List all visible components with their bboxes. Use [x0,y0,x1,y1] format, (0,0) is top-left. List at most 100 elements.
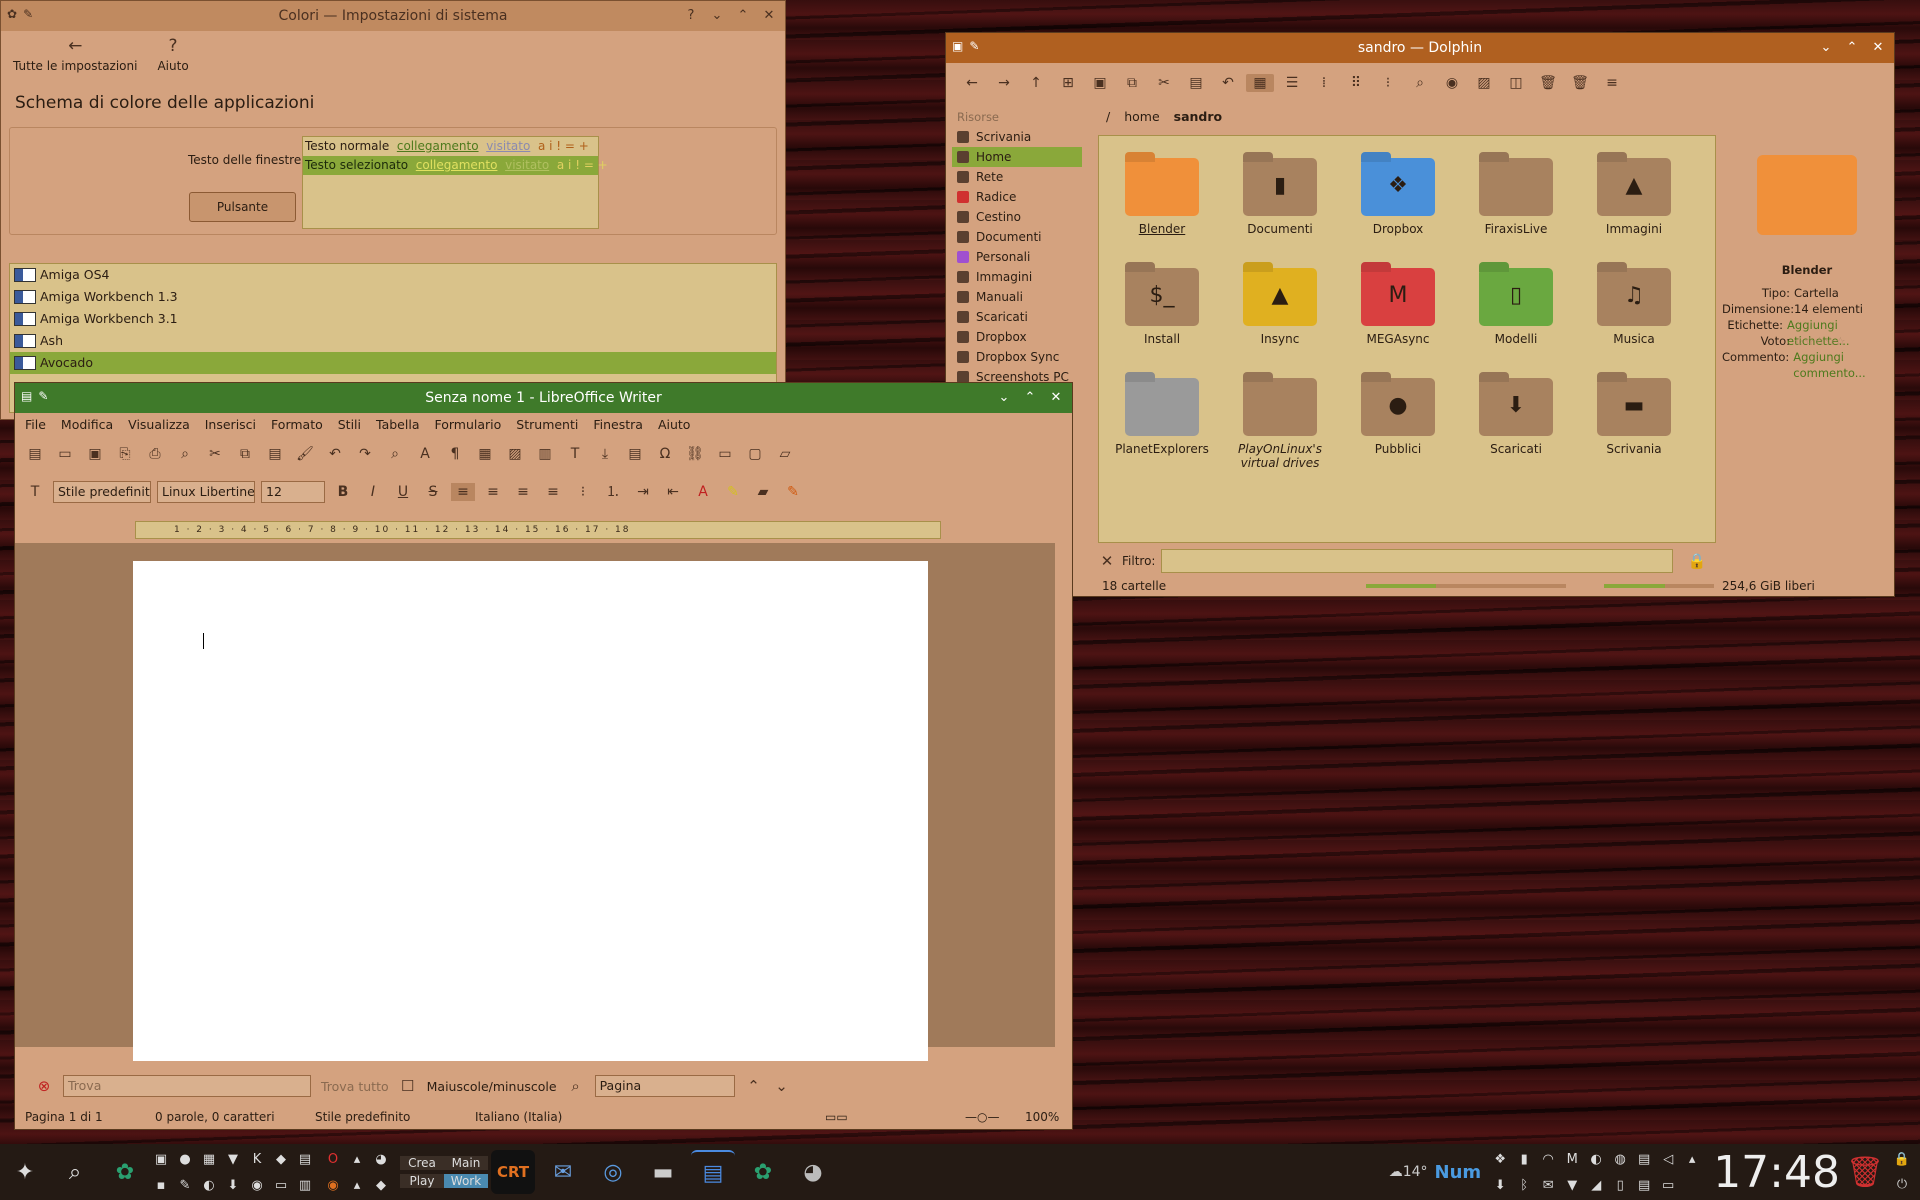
quicklaunch-icon[interactable]: K [246,1148,268,1170]
bullets-icon[interactable]: ⁝ [571,483,595,501]
insync-tray-icon[interactable]: ◐ [1585,1148,1607,1170]
previous-icon[interactable]: ⌃ [745,1077,763,1095]
underline-icon[interactable]: U [391,483,415,501]
folder-item[interactable]: Blender [1107,158,1217,236]
cut-icon[interactable]: ✂ [1150,74,1178,92]
insert-textbox-icon[interactable]: T [563,445,587,463]
close-icon[interactable]: ✕ [1868,38,1888,58]
dolphin-titlebar[interactable]: ▣ ✎ sandro — Dolphin ⌄ ⌃ ✕ [946,33,1894,63]
status-language[interactable]: Italiano (Italia) [475,1105,825,1129]
help-icon[interactable]: ? [681,6,701,26]
insert-table-icon[interactable]: ▦ [473,445,497,463]
close-filter-icon[interactable]: ✕ [1098,552,1116,570]
open-icon[interactable]: ▭ [53,445,77,463]
place-item[interactable]: Radice [952,187,1082,207]
folder-item[interactable]: PlayOnLinux's virtual drives [1225,378,1335,470]
help-button[interactable]: ? Aiuto [157,37,188,83]
breadcrumb-home[interactable]: home [1124,109,1159,124]
place-item[interactable]: Scaricati [952,307,1082,327]
all-settings-button[interactable]: ← Tutte le impostazioni [13,37,137,83]
mega-tray-icon[interactable]: M [1561,1148,1583,1170]
search-icon[interactable]: ⌕ [1406,74,1434,92]
insert-field-icon[interactable]: ▤ [623,445,647,463]
increase-indent-icon[interactable]: ⇥ [631,483,655,501]
paste-icon[interactable]: ▤ [1182,74,1210,92]
draw-functions-icon[interactable]: ✎ [781,483,805,501]
save-icon[interactable]: ▣ [83,445,107,463]
add-comment-link[interactable]: Aggiungi commento... [1793,349,1892,380]
folder-item[interactable]: M MEGAsync [1343,268,1453,346]
chevron-up-icon[interactable]: ▴ [346,1174,368,1196]
quicklaunch-icon[interactable]: ▪ [150,1174,172,1196]
writer-task-icon[interactable]: ▤ [691,1150,735,1194]
search-icon[interactable]: ⌕ [53,1150,97,1194]
insert-chart-icon[interactable]: ▥ [533,445,557,463]
place-item[interactable]: Rete [952,167,1082,187]
decrease-indent-icon[interactable]: ⇤ [661,483,685,501]
chromium-icon[interactable]: ◎ [591,1150,635,1194]
place-item[interactable]: Immagini [952,267,1082,287]
chevron-up-icon[interactable]: ▴ [346,1148,368,1170]
scheme-item-selected[interactable]: Avocado [10,352,776,374]
bold-icon[interactable]: B [331,483,355,501]
place-item[interactable]: Scrivania [952,127,1082,147]
quicklaunch-icon[interactable]: ◐ [198,1174,220,1196]
undo-icon[interactable]: ↶ [1214,74,1242,92]
horizontal-ruler[interactable]: 1 · 2 · 3 · 4 · 5 · 6 · 7 · 8 · 9 · 10 ·… [135,521,941,539]
compact-view-icon[interactable]: ⁞ [1310,74,1338,92]
preview-button[interactable]: Pulsante [189,192,296,222]
quicklaunch-icon[interactable]: ◉ [246,1174,268,1196]
folder-item[interactable]: ▲ Insync [1225,268,1335,346]
breadcrumb-sandro[interactable]: sandro [1174,109,1222,124]
settings-task-icon[interactable]: ✿ [741,1150,785,1194]
app-icon[interactable]: ◆ [370,1174,392,1196]
place-item[interactable]: Dropbox [952,327,1082,347]
folder-item[interactable]: ▲ Immagini [1579,158,1689,236]
phone-tray-icon[interactable]: ▯ [1609,1174,1631,1196]
system-settings-icon[interactable]: ✿ [103,1150,147,1194]
styles-sidebar-icon[interactable]: T [23,483,47,501]
folder-item[interactable]: ● Pubblici [1343,378,1453,456]
menu-window[interactable]: Finestra [593,417,643,432]
menu-styles[interactable]: Stili [338,417,361,432]
quicklaunch-icon[interactable]: ● [174,1148,196,1170]
quicklaunch-icon[interactable]: ▥ [294,1174,316,1196]
menu-insert[interactable]: Inserisci [205,417,256,432]
menu-table[interactable]: Tabella [376,417,419,432]
folder-item[interactable]: ▯ Modelli [1461,268,1571,346]
maximize-icon[interactable]: ⌃ [733,6,753,26]
add-tags-link[interactable]: Aggiungi etichette... [1787,317,1892,348]
application-launcher-icon[interactable]: ✦ [3,1150,47,1194]
paste-icon[interactable]: ▤ [263,445,287,463]
new-tab-icon[interactable]: ⊞ [1054,74,1082,92]
comment-icon[interactable]: ▢ [743,445,767,463]
preview-view-icon[interactable]: ⠿ [1342,74,1370,92]
quicklaunch-icon[interactable]: ◆ [270,1148,292,1170]
justify-icon[interactable]: ≡ [541,483,565,501]
rating-stars[interactable]: ☆☆☆☆☆ [1794,333,1846,349]
scheme-item[interactable]: Amiga Workbench 3.1 [10,308,776,330]
numbering-icon[interactable]: ⒈ [601,483,625,501]
folder-item[interactable]: ▬ Scrivania [1579,378,1689,456]
wifi-tray-icon[interactable]: ◠ [1537,1148,1559,1170]
chevron-up-icon[interactable]: ▴ [1681,1148,1703,1170]
notes-tray-icon[interactable]: ▤ [1633,1174,1655,1196]
menu-icon[interactable]: ≡ [1598,74,1626,92]
font-name-select[interactable]: Linux Libertine G [157,481,255,503]
details-view-icon[interactable]: ☰ [1278,74,1306,92]
menu-format[interactable]: Formato [271,417,323,432]
next-icon[interactable]: ⌄ [773,1077,791,1095]
power-icon[interactable]: ⏻ [1897,1177,1907,1192]
close-icon[interactable]: ✕ [1046,388,1066,408]
track-changes-icon[interactable]: ▱ [773,445,797,463]
icons-view-icon[interactable]: ▦ [1246,74,1274,92]
character-highlight-icon[interactable]: ▰ [751,483,775,501]
hp-tray-icon[interactable]: ◍ [1609,1148,1631,1170]
zoom-slider[interactable] [1366,584,1566,588]
close-find-icon[interactable]: ⊗ [35,1077,53,1095]
weather-widget[interactable]: ☁ 14° [1385,1150,1432,1194]
spelling-icon[interactable]: A [413,445,437,463]
lock-icon[interactable]: 🔒 [1687,552,1706,570]
back-icon[interactable]: ← [958,74,986,92]
writer-titlebar[interactable]: ▤ ✎ Senza nome 1 - LibreOffice Writer ⌄ ⌃… [15,383,1072,413]
